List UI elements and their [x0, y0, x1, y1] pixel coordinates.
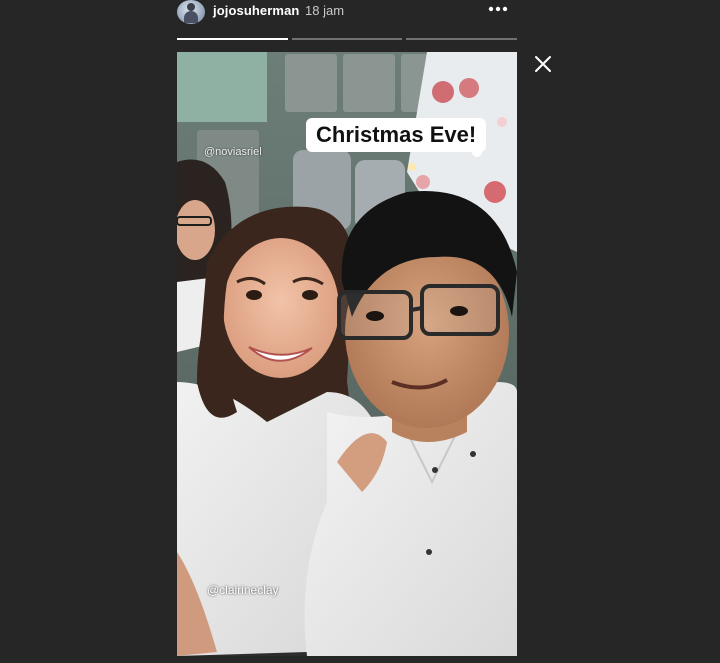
progress-fill: [177, 38, 288, 40]
christmas-eve-sticker: Christmas Eve!: [306, 118, 487, 152]
username[interactable]: jojosuherman: [213, 3, 299, 18]
story-media[interactable]: Christmas Eve! @noviasriel @clairineclay: [177, 52, 517, 656]
progress-segment: [291, 38, 403, 40]
more-horizontal-icon[interactable]: [483, 0, 513, 20]
user-avatar-icon[interactable]: [177, 0, 205, 24]
progress-segment: [177, 38, 288, 40]
close-icon[interactable]: [533, 54, 553, 74]
progress-segment: [406, 38, 518, 40]
timestamp: 18 jam: [305, 3, 345, 18]
story-progress: [177, 38, 518, 40]
mention-tag-top[interactable]: @noviasriel: [204, 146, 262, 158]
mention-tag-bottom[interactable]: @clairineclay: [207, 583, 279, 597]
story-header: jojosuherman 18 jam: [177, 0, 517, 26]
story-viewer: jojosuherman 18 jam Christmas Eve! @novi…: [0, 0, 720, 663]
